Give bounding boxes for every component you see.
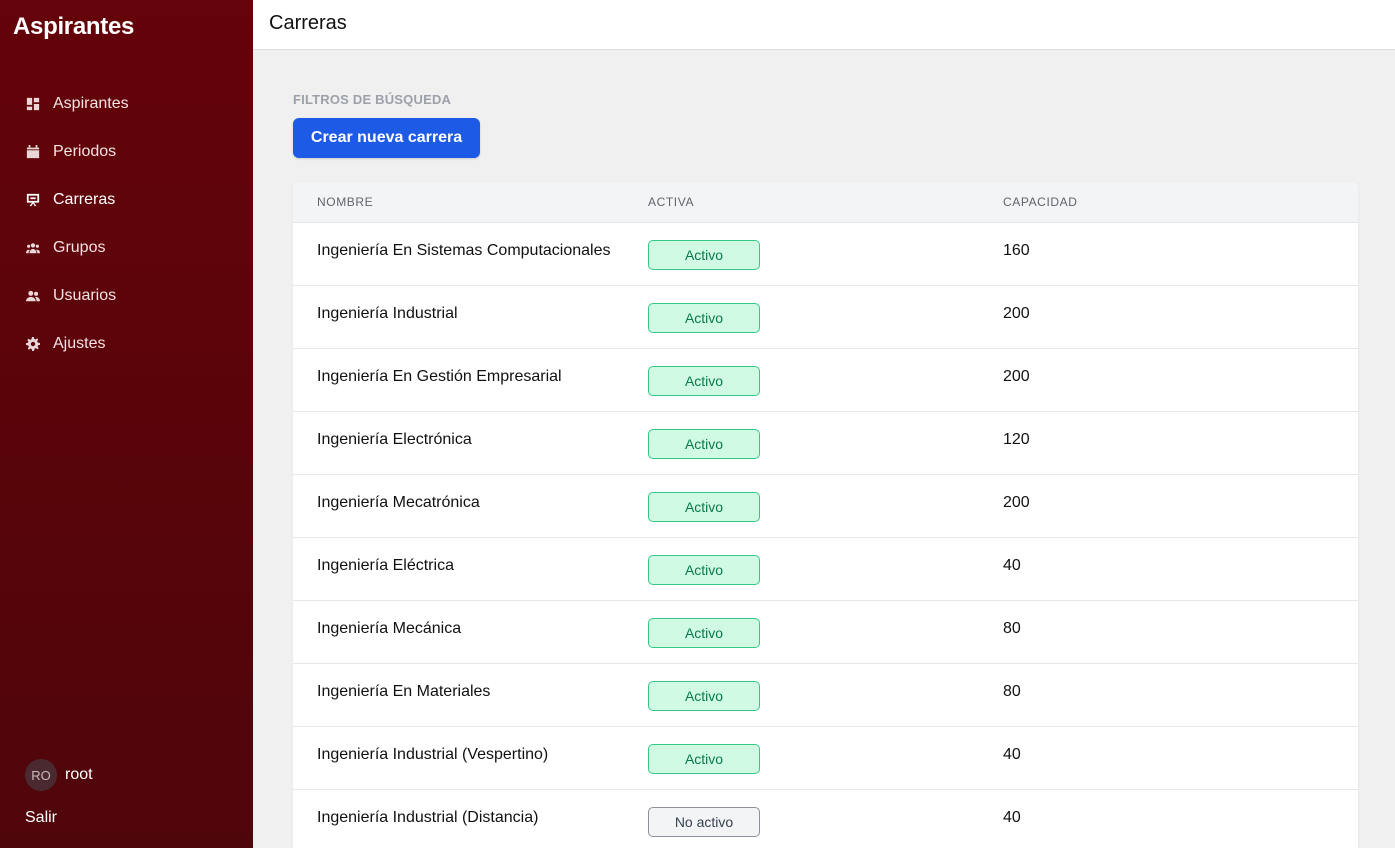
sidebar-item-periodos[interactable]: Periodos (0, 128, 253, 176)
career-name: Ingeniería Mecánica (317, 620, 462, 637)
status-badge: Activo (648, 681, 760, 711)
career-capacity: 40 (1003, 746, 1021, 763)
sidebar-item-label: Carreras (53, 191, 116, 208)
table-row[interactable]: Ingeniería Eléctrica Activo 40 (293, 537, 1358, 600)
status-badge: Activo (648, 618, 760, 648)
status-badge: Activo (648, 429, 760, 459)
career-name: Ingeniería Industrial (Vespertino) (317, 746, 549, 763)
table-header: NOMBRE ACTIVA CAPACIDAD (293, 182, 1358, 222)
create-career-button[interactable]: Crear nueva carrera (293, 118, 480, 158)
dashboard-icon (25, 96, 41, 112)
table-row[interactable]: Ingeniería Industrial Activo 200 (293, 285, 1358, 348)
sidebar-nav: Aspirantes Periodos Carreras Grupos Usua… (0, 80, 253, 368)
sidebar-item-usuarios[interactable]: Usuarios (0, 272, 253, 320)
career-capacity: 200 (1003, 305, 1030, 322)
active-cell: Activo (648, 727, 1003, 789)
logout-link[interactable]: Salir (25, 809, 57, 827)
career-capacity: 80 (1003, 620, 1021, 637)
career-name: Ingeniería En Gestión Empresarial (317, 368, 562, 385)
sidebar-item-aspirantes[interactable]: Aspirantes (0, 80, 253, 128)
status-badge: Activo (648, 240, 760, 270)
status-badge: Activo (648, 303, 760, 333)
username: root (65, 766, 93, 783)
status-badge: Activo (648, 744, 760, 774)
table-row[interactable]: Ingeniería Mecánica Activo 80 (293, 600, 1358, 663)
table-row[interactable]: Ingeniería En Gestión Empresarial Activo 2… (293, 348, 1358, 411)
column-header-active[interactable]: ACTIVA (648, 195, 1003, 209)
status-badge: No activo (648, 807, 760, 837)
table-row[interactable]: Ingeniería Industrial (Distancia) No acti… (293, 789, 1358, 848)
career-capacity: 200 (1003, 494, 1030, 511)
sidebar-item-ajustes[interactable]: Ajustes (0, 320, 253, 368)
sidebar: Aspirantes Aspirantes Periodos Carreras … (0, 0, 253, 848)
active-cell: No activo (648, 790, 1003, 848)
active-cell: Activo (648, 286, 1003, 348)
calendar-icon (25, 144, 41, 160)
career-name: Ingeniería Industrial (317, 305, 458, 322)
brand-title: Aspirantes (13, 13, 135, 40)
active-cell: Activo (648, 349, 1003, 411)
top-bar: Carreras (253, 0, 1395, 50)
sidebar-item-label: Periodos (53, 143, 117, 160)
sidebar-item-label: Usuarios (53, 287, 117, 304)
career-capacity: 120 (1003, 431, 1030, 448)
filters-label: FILTROS DE BÚSQUEDA (293, 92, 452, 107)
sidebar-item-carreras[interactable]: Carreras (0, 176, 253, 224)
career-name: Ingeniería En Materiales (317, 683, 491, 700)
careers-table: NOMBRE ACTIVA CAPACIDAD Ingeniería En Si… (293, 182, 1358, 848)
status-badge: Activo (648, 366, 760, 396)
active-cell: Activo (648, 601, 1003, 663)
table-row[interactable]: Ingeniería En Sistemas Computacionales Ac… (293, 222, 1358, 285)
sidebar-item-grupos[interactable]: Grupos (0, 224, 253, 272)
avatar: RO (25, 759, 57, 791)
table-row[interactable]: Ingeniería En Materiales Activo 80 (293, 663, 1358, 726)
sidebar-item-label: Grupos (53, 239, 106, 256)
active-cell: Activo (648, 538, 1003, 600)
career-capacity: 200 (1003, 368, 1030, 385)
career-name: Ingeniería Electrónica (317, 431, 472, 448)
career-name: Ingeniería En Sistemas Computacionales (317, 242, 611, 259)
status-badge: Activo (648, 492, 760, 522)
table-row[interactable]: Ingeniería Mecatrónica Activo 200 (293, 474, 1358, 537)
active-cell: Activo (648, 475, 1003, 537)
sidebar-item-label: Ajustes (53, 335, 106, 352)
page-title: Carreras (269, 12, 347, 34)
active-cell: Activo (648, 223, 1003, 285)
user-profile[interactable]: RO root (25, 759, 93, 791)
group-icon (25, 240, 41, 256)
career-capacity: 160 (1003, 242, 1030, 259)
presentation-icon (25, 192, 41, 208)
career-capacity: 40 (1003, 809, 1021, 826)
sidebar-item-label: Aspirantes (53, 95, 129, 112)
career-name: Ingeniería Mecatrónica (317, 494, 480, 511)
career-capacity: 80 (1003, 683, 1021, 700)
status-badge: Activo (648, 555, 760, 585)
users-icon (25, 288, 41, 304)
gear-icon (25, 336, 41, 352)
career-name: Ingeniería Industrial (Distancia) (317, 809, 539, 826)
career-capacity: 40 (1003, 557, 1021, 574)
active-cell: Activo (648, 664, 1003, 726)
column-header-capacity[interactable]: CAPACIDAD (1003, 195, 1358, 209)
table-body: Ingeniería En Sistemas Computacionales Ac… (293, 222, 1358, 848)
column-header-name[interactable]: NOMBRE (293, 195, 648, 209)
active-cell: Activo (648, 412, 1003, 474)
table-row[interactable]: Ingeniería Electrónica Activo 120 (293, 411, 1358, 474)
career-name: Ingeniería Eléctrica (317, 557, 454, 574)
table-row[interactable]: Ingeniería Industrial (Vespertino) Activo… (293, 726, 1358, 789)
